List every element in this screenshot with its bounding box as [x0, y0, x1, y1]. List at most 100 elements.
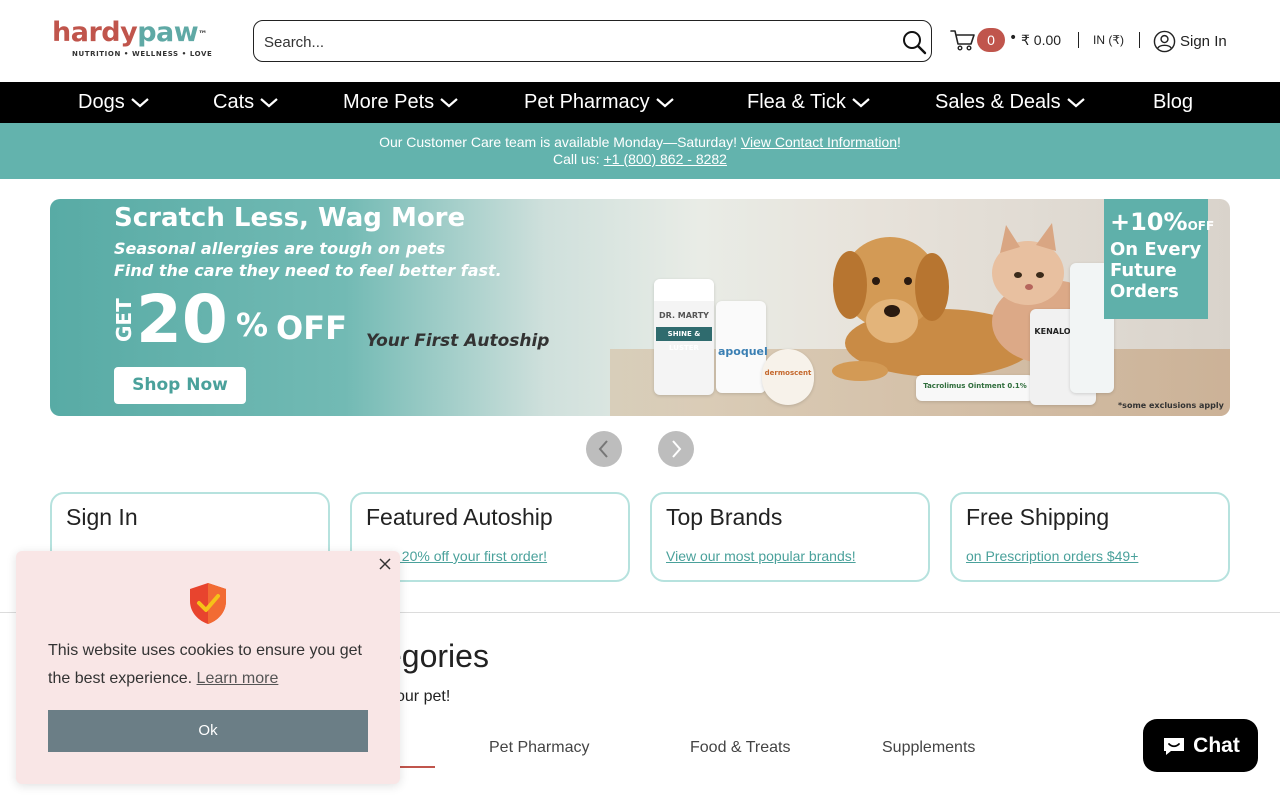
hardypaw-logo[interactable]: hardypaw™ NUTRITION • WELLNESS • LOVE [52, 18, 230, 64]
user-icon [1153, 30, 1176, 52]
banner-autoship-text: Your First Autoship [366, 331, 550, 351]
header-divider [1139, 32, 1140, 48]
logo-tagline: NUTRITION • WELLNESS • LOVE [72, 50, 213, 58]
nav-item-blog[interactable]: Blog [1153, 82, 1193, 123]
cart-total: ₹ 0.00 [1021, 32, 1062, 48]
feature-card-link[interactable]: on Prescription orders $49+ [966, 548, 1138, 564]
banner-headline: Scratch Less, Wag More [114, 203, 466, 233]
feature-card-free-shipping[interactable]: Free Shipping on Prescription orders $49… [950, 492, 1230, 582]
nav-item-dogs[interactable]: Dogs [78, 82, 149, 123]
shield-check-icon [190, 583, 226, 624]
categories-subtitle: our pet! [396, 688, 451, 705]
chevron-right-icon [672, 440, 682, 458]
exclusions-note: *some exclusions apply [1118, 401, 1224, 410]
logo-part-hardy: hardy [52, 17, 138, 48]
chevron-left-icon [598, 440, 608, 458]
future-line-2: Future [1110, 260, 1177, 281]
sign-in-label: Sign In [1180, 32, 1227, 50]
nav-label: Pet Pharmacy [524, 91, 650, 113]
customer-care-text: Our Customer Care team is available Mond… [379, 134, 741, 150]
nav-label: Dogs [78, 91, 125, 113]
chevron-down-icon [260, 97, 278, 108]
tab-supplements[interactable]: Supplements [882, 739, 975, 757]
product-shine-luster: DR. MARTY SHINE & LUSTER [654, 279, 714, 395]
hero-banner[interactable]: Scratch Less, Wag More Seasonal allergie… [50, 199, 1230, 416]
chevron-down-icon [1066, 97, 1085, 108]
search-button[interactable] [901, 29, 927, 55]
product-apoquel: apoquel [716, 301, 768, 393]
nav-item-cats[interactable]: Cats [213, 82, 278, 123]
trademark: ™ [198, 30, 207, 40]
future-line-3: Orders [1110, 281, 1179, 302]
call-us-line: Call us: +1 (800) 862 - 8282 [0, 151, 1280, 167]
banner-subline-1: Seasonal allergies are tough on pets [114, 239, 446, 258]
product-dermoscent: dermoscent [762, 349, 814, 405]
product-brand: DR. MARTY [659, 311, 709, 320]
future-line-1: On Every [1110, 239, 1202, 260]
slider-next-button[interactable] [658, 431, 694, 467]
nav-label: Sales & Deals [935, 91, 1061, 113]
cookie-ok-button[interactable]: Ok [48, 710, 368, 752]
product-name: dermoscent [764, 369, 812, 377]
product-name: Tacrolimus Ointment 0.1% [923, 382, 1027, 390]
banner-get: GET [112, 298, 136, 342]
nav-label: Cats [213, 91, 255, 113]
slider-prev-button[interactable] [586, 431, 622, 467]
nav-item-flea-tick[interactable]: Flea & Tick [747, 82, 870, 123]
active-tab-underline [395, 766, 435, 768]
future-orders-badge: +10%OFF On Every Future Orders [1104, 199, 1214, 319]
chat-bubble-icon [1164, 737, 1185, 755]
nav-item-more-pets[interactable]: More Pets [343, 82, 458, 123]
chevron-down-icon [852, 97, 870, 108]
phone-link[interactable]: +1 (800) 862 - 8282 [604, 151, 727, 167]
feature-card-title: Top Brands [666, 504, 783, 530]
main-nav: Dogs Cats More Pets Pet Pharmacy Flea & … [0, 82, 1280, 123]
feature-card-top-brands[interactable]: Top Brands View our most popular brands! [650, 492, 930, 582]
call-us-text: Call us: [553, 151, 604, 167]
cart-button[interactable]: 0 • ₹ 0.00 [950, 26, 1070, 56]
chevron-down-icon [130, 97, 149, 108]
nav-label: Blog [1153, 91, 1194, 113]
cookie-consent-popup: This website uses cookies to ensure you … [16, 551, 400, 784]
future-discount: +10% [1110, 208, 1188, 236]
learn-more-link[interactable]: Learn more [197, 670, 279, 687]
search-input[interactable] [264, 31, 864, 53]
contact-info-link[interactable]: View Contact Information [741, 134, 897, 150]
search-icon [903, 31, 927, 55]
chat-button[interactable]: Chat [1143, 719, 1258, 772]
tab-food-treats[interactable]: Food & Treats [690, 739, 791, 757]
feature-card-title: Sign In [66, 504, 138, 530]
locale-selector[interactable]: IN (₹) [1093, 33, 1124, 47]
nav-item-pet-pharmacy[interactable]: Pet Pharmacy [524, 82, 674, 123]
nav-label: More Pets [343, 91, 435, 113]
product-name: apoquel [718, 345, 768, 358]
product-tacrolimus: Tacrolimus Ointment 0.1% [916, 375, 1034, 401]
chevron-down-icon [440, 97, 458, 108]
site-header: hardypaw™ NUTRITION • WELLNESS • LOVE 0 … [0, 0, 1280, 82]
chevron-down-icon [655, 97, 674, 108]
logo-part-paw: paw [137, 17, 199, 48]
feature-card-title: Featured Autoship [366, 504, 553, 530]
product-name: SHINE & LUSTER [656, 327, 712, 352]
feature-card-title: Free Shipping [966, 504, 1110, 530]
cart-count-badge: 0 [977, 28, 1005, 52]
chat-label: Chat [1193, 733, 1240, 757]
search-bar [253, 20, 932, 62]
shop-now-button[interactable]: Shop Now [114, 367, 246, 404]
exclamation: ! [897, 134, 901, 150]
tab-pet-pharmacy[interactable]: Pet Pharmacy [489, 739, 589, 757]
future-off: OFF [1187, 219, 1215, 233]
cookie-message-block: This website uses cookies to ensure you … [48, 637, 378, 693]
cart-icon [950, 30, 975, 51]
banner-off: OFF [276, 309, 347, 347]
close-icon[interactable] [378, 557, 392, 571]
customer-care-line: Our Customer Care team is available Mond… [0, 134, 1280, 150]
sign-in-link[interactable]: Sign In [1153, 28, 1227, 54]
header-divider [1078, 32, 1079, 48]
feature-card-link[interactable]: View our most popular brands! [666, 548, 856, 564]
nav-item-sales-deals[interactable]: Sales & Deals [935, 82, 1085, 123]
customer-care-bar: Our Customer Care team is available Mond… [0, 123, 1280, 179]
cart-separator: • [1009, 30, 1018, 46]
logo-wordmark: hardypaw™ [52, 18, 230, 48]
nav-label: Flea & Tick [747, 91, 846, 113]
